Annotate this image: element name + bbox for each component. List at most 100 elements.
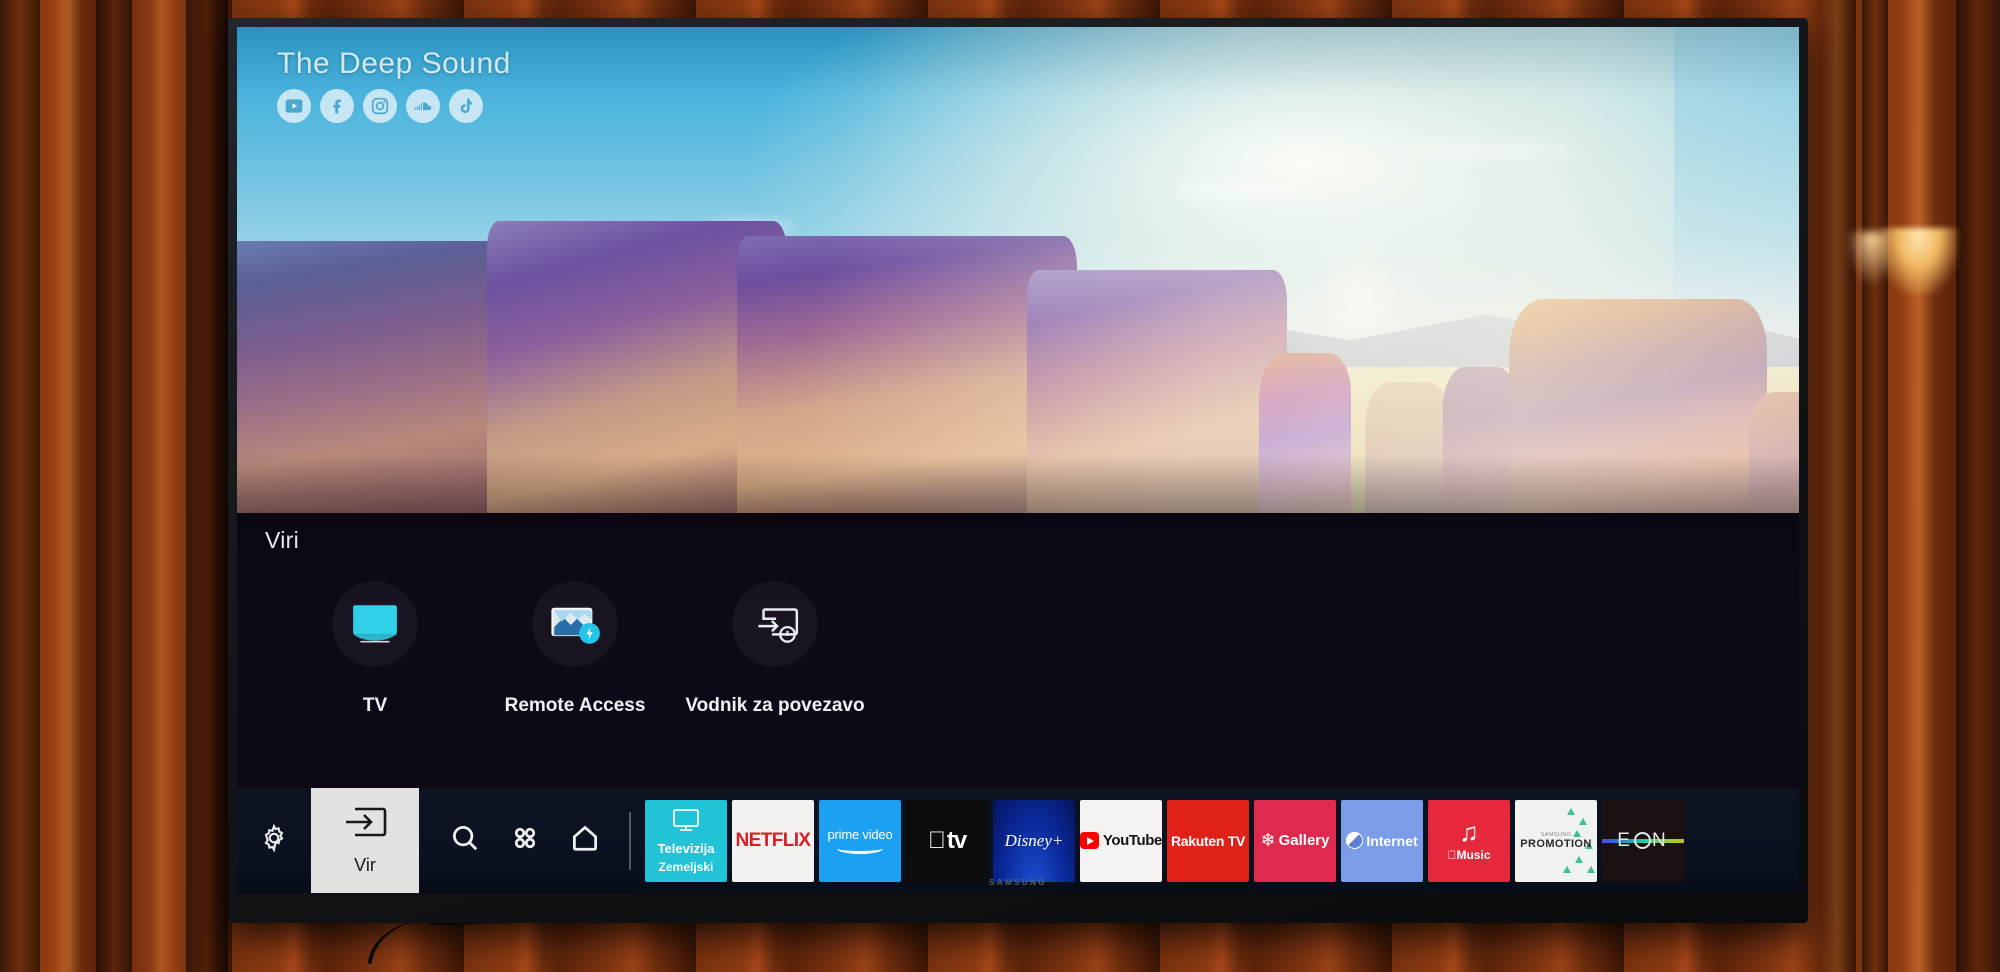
- watermark-title: The Deep Sound: [277, 47, 511, 80]
- apps-button[interactable]: [495, 823, 555, 858]
- youtube-icon: [277, 89, 311, 123]
- watermark-social-icons: [277, 89, 511, 123]
- wall-slat: [150, 0, 172, 972]
- app-label-line2: Zemeljski: [658, 859, 714, 874]
- wall-slat: [56, 0, 82, 972]
- triangle-decor: [1563, 865, 1571, 873]
- search-icon: [450, 823, 480, 858]
- search-button[interactable]: [435, 823, 495, 858]
- settings-button[interactable]: [237, 788, 311, 893]
- app-tile-apple-tv[interactable]:  tv: [906, 799, 988, 882]
- tiktok-icon: [449, 89, 483, 123]
- source-label: TV: [362, 695, 388, 716]
- rock-pillar: [1443, 367, 1517, 513]
- television: The Deep Sound Viri TV Remote Access Vod…: [228, 18, 1808, 923]
- app-tile-disney-plus[interactable]: Disney+: [993, 799, 1075, 882]
- wall-slat: [1902, 0, 1936, 972]
- samsung-brand-label: SAMSUNG: [989, 878, 1047, 887]
- apple-tv-logo: tv: [937, 826, 967, 854]
- sources-panel: Viri TV Remote Access Vodnik za povezavo: [237, 513, 1799, 788]
- youtube-play-icon: [1080, 832, 1099, 849]
- app-tile-apple-music[interactable]: ♫ Music: [1428, 799, 1510, 882]
- app-tiles: Televizija Zemeljski NETFLIX prime video…: [645, 799, 1684, 882]
- app-tile-gallery[interactable]: ❄ Gallery: [1254, 799, 1336, 882]
- source-label: Remote Access: [504, 695, 646, 716]
- triangle-decor: [1575, 855, 1583, 863]
- tv-screen: The Deep Sound Viri TV Remote Access Vod…: [237, 27, 1799, 893]
- instagram-icon: [363, 89, 397, 123]
- source-item-remote-access[interactable]: Remote Access: [475, 581, 675, 717]
- rock-formation: [737, 235, 1077, 513]
- apps-grid-icon: [510, 823, 540, 858]
- video-watermark: The Deep Sound: [277, 47, 511, 123]
- cloud: [1174, 182, 1305, 199]
- soundcloud-icon: [406, 89, 440, 123]
- triangle-decor: [1567, 807, 1575, 815]
- tv-bezel: The Deep Sound Viri TV Remote Access Vod…: [228, 18, 1808, 923]
- rock-pillar: [1259, 352, 1351, 513]
- nav-icon-group: [435, 823, 615, 858]
- youtube-logo: YouTube: [1102, 832, 1162, 849]
- source-item-tv[interactable]: TV: [275, 581, 475, 717]
- source-tab-label: Vir: [354, 854, 376, 875]
- apple-music-logo: Music: [1447, 848, 1490, 862]
- triangle-decor: [1573, 829, 1581, 837]
- video-background: The Deep Sound: [237, 27, 1799, 513]
- rock-pillar: [1365, 381, 1451, 513]
- app-tile-eon[interactable]: EN: [1602, 799, 1684, 882]
- input-source-icon: [343, 806, 387, 843]
- wall-slat: [96, 0, 132, 972]
- app-tile-youtube[interactable]: YouTube: [1080, 799, 1162, 882]
- triangle-decor: [1587, 865, 1595, 873]
- gallery-logo: Gallery: [1278, 832, 1330, 849]
- connection-guide-icon: [732, 581, 818, 667]
- source-tab-selected[interactable]: Vir: [311, 788, 419, 893]
- eon-logo: EN: [1617, 829, 1669, 851]
- prime-smile-icon: [837, 843, 883, 854]
- app-tile-samsung-promotion[interactable]: SAMSUNG PROMOTION: [1515, 799, 1597, 882]
- remote-access-icon: [532, 581, 618, 667]
- sources-title: Viri: [265, 527, 300, 553]
- app-tile-prime-video[interactable]: prime video: [819, 799, 901, 882]
- navigation-controls: Vir: [237, 788, 645, 893]
- wall-slat: [0, 0, 40, 972]
- flower-icon: ❄: [1260, 830, 1276, 850]
- triangle-decor: [1579, 817, 1587, 825]
- app-tile-netflix[interactable]: NETFLIX: [732, 799, 814, 882]
- facebook-icon: [320, 89, 354, 123]
- internet-logo: Internet: [1366, 832, 1418, 849]
- wall-lamp-glow-secondary: [1848, 232, 1888, 284]
- wall-slat: [1956, 0, 2000, 972]
- prime-video-logo: prime video: [827, 827, 893, 842]
- lens-flare: [1323, 263, 1395, 335]
- app-label-line1: Televizija: [657, 840, 715, 856]
- cloud: [1392, 143, 1573, 158]
- gear-icon: [259, 823, 289, 858]
- home-icon: [570, 823, 600, 858]
- netflix-logo: NETFLIX: [735, 829, 812, 851]
- rock-formation: [1027, 270, 1287, 513]
- sources-list: TV Remote Access Vodnik za povezavo: [275, 581, 875, 717]
- home-button[interactable]: [555, 823, 615, 858]
- app-tile-internet[interactable]: Internet: [1341, 799, 1423, 882]
- globe-icon: [1346, 832, 1364, 849]
- tv-screen-icon: [332, 581, 418, 667]
- eon-circle-icon: [1633, 832, 1651, 849]
- source-label: Vodnik za povezavo: [685, 695, 865, 716]
- wall-slat: [186, 0, 228, 972]
- wall-slat: [1822, 0, 1852, 972]
- wall-slat: [1862, 0, 1888, 972]
- nav-divider: [629, 811, 631, 870]
- source-item-connection-guide[interactable]: Vodnik za povezavo: [675, 581, 875, 717]
- music-note-icon: ♫: [1459, 817, 1479, 847]
- apple-icon: : [928, 828, 946, 853]
- app-tile-rakuten-tv[interactable]: Rakuten TV: [1167, 799, 1249, 882]
- app-tile-televizija[interactable]: Televizija Zemeljski: [645, 799, 727, 882]
- wall-lamp-glow: [1880, 228, 1958, 294]
- promotion-label: PROMOTION: [1520, 837, 1592, 850]
- monitor-icon: [672, 808, 700, 837]
- rakuten-tv-logo: Rakuten TV: [1170, 832, 1245, 849]
- disney-plus-logo: Disney+: [1004, 830, 1064, 850]
- rock-formation-main: [1509, 299, 1767, 513]
- rock-pillar: [1749, 391, 1799, 513]
